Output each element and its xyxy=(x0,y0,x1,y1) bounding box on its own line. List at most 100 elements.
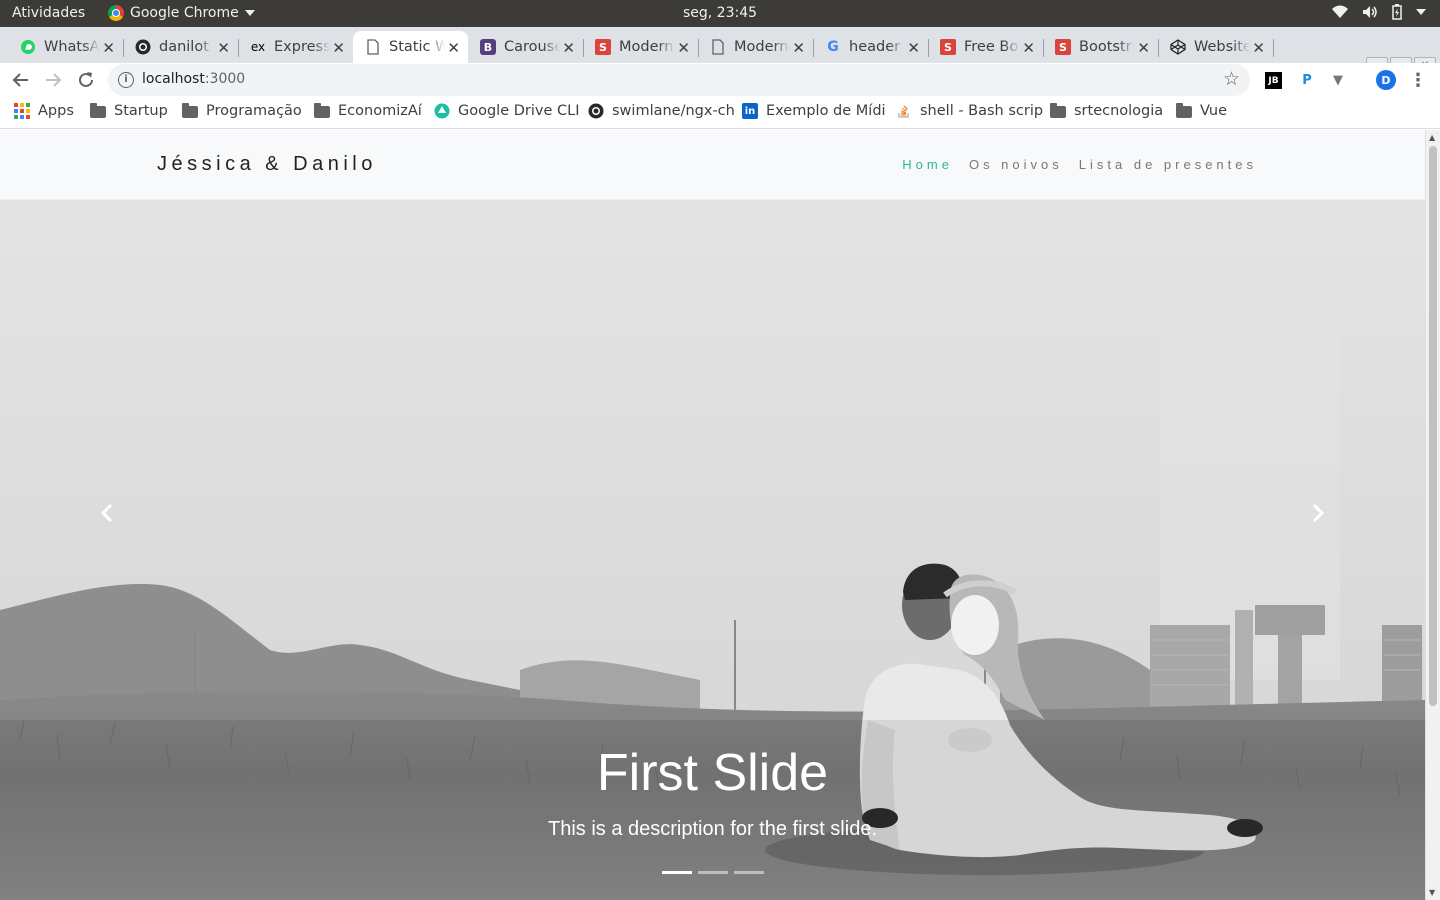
chrome-menu-icon[interactable]: ⋮ xyxy=(1408,70,1428,91)
bookmark-item[interactable]: in Exemplo de Mídi xyxy=(742,103,886,119)
bootstrap-icon: B xyxy=(480,39,496,55)
bookmark-item[interactable]: swimlane/ngx-ch xyxy=(588,103,735,119)
browser-toolbar: i localhost:3000 ☆ JB P ▼ D ⋮ xyxy=(0,63,1440,97)
arrow-left-icon xyxy=(12,73,28,87)
url-text[interactable]: localhost:3000 xyxy=(142,71,245,87)
close-tab-icon[interactable]: ✕ xyxy=(102,39,115,57)
tab-title: WhatsApp xyxy=(44,39,100,55)
activities-button[interactable]: Atividades xyxy=(12,5,85,21)
nav-link[interactable]: Home xyxy=(902,157,953,172)
site-brand[interactable]: Jéssica & Danilo xyxy=(157,153,377,176)
address-bar[interactable]: i localhost:3000 ☆ xyxy=(108,64,1250,96)
tray-menu-icon xyxy=(1416,9,1426,15)
app-menu-arrow-icon xyxy=(244,10,255,16)
page-viewport: Jéssica & Danilo Home Os noivos Lista de p… xyxy=(0,130,1440,900)
browser-tab[interactable]: S Free Bo ✕ xyxy=(928,31,1044,63)
bookmark-item[interactable]: shell - Bash scrip xyxy=(896,103,1043,119)
arrow-right-icon xyxy=(46,73,62,87)
document-icon xyxy=(365,39,381,55)
scroll-down-arrow-icon[interactable]: ▼ xyxy=(1429,888,1435,897)
bookmark-label: EconomizAí xyxy=(338,103,422,119)
bookmark-star-icon[interactable]: ☆ xyxy=(1223,68,1240,90)
bookmark-label: swimlane/ngx-ch xyxy=(612,103,735,119)
bookmark-label: Vue xyxy=(1200,103,1228,119)
carousel-indicators xyxy=(662,871,764,874)
hero-carousel: First Slide This is a description for th… xyxy=(0,200,1425,900)
tab-title: Carousel xyxy=(504,39,560,55)
bookmark-label: srtecnologia xyxy=(1074,103,1164,119)
close-tab-icon[interactable]: ✕ xyxy=(1137,39,1150,57)
bookmark-item[interactable]: srtecnologia xyxy=(1050,103,1163,119)
back-button[interactable] xyxy=(9,68,33,92)
scroll-up-arrow-icon[interactable]: ▲ xyxy=(1429,133,1435,142)
browser-tab[interactable]: Static W ✕ xyxy=(353,31,468,63)
browser-tab[interactable]: S Modern ✕ xyxy=(583,31,699,63)
reload-icon xyxy=(79,72,93,87)
jetbrains-extension-icon[interactable]: JB xyxy=(1265,72,1282,89)
close-tab-icon[interactable]: ✕ xyxy=(217,39,230,57)
browser-tab[interactable]: Website ✕ xyxy=(1158,31,1274,63)
folder-icon xyxy=(182,103,198,119)
app-menu[interactable]: Google Chrome xyxy=(108,5,255,21)
bookmark-item[interactable]: Startup xyxy=(90,103,168,119)
browser-tab[interactable]: WhatsApp✕ xyxy=(8,31,124,63)
battery-icon xyxy=(1392,4,1402,20)
nav-link[interactable]: Os noivos xyxy=(969,157,1063,172)
carousel-indicator[interactable] xyxy=(734,871,764,874)
bookmark-label: shell - Bash scrip xyxy=(920,103,1044,119)
nav-link[interactable]: Lista de presentes xyxy=(1079,157,1257,172)
chevron-right-icon xyxy=(1312,503,1325,523)
express-icon: ex xyxy=(250,40,266,54)
bookmark-item[interactable]: EconomizAí xyxy=(314,103,422,119)
close-tab-icon[interactable]: ✕ xyxy=(792,39,805,57)
close-tab-icon[interactable]: ✕ xyxy=(562,39,575,57)
site-nav-links: Home Os noivos Lista de presentes xyxy=(902,157,1257,172)
drive-icon xyxy=(434,103,450,119)
google-icon: G xyxy=(827,39,839,55)
folder-icon xyxy=(90,103,106,119)
bookmark-item[interactable]: Programação xyxy=(182,103,302,119)
system-tray[interactable] xyxy=(1332,4,1426,20)
url-host: localhost xyxy=(142,71,205,87)
carousel-indicator[interactable] xyxy=(698,871,728,874)
carousel-caption-title: First Slide xyxy=(596,744,829,802)
bookmark-item[interactable]: Vue xyxy=(1176,103,1227,119)
vue-devtools-icon[interactable]: ▼ xyxy=(1328,70,1348,90)
page-scrollbar[interactable]: ▲ ▼ xyxy=(1425,130,1440,900)
bookmark-label: Exemplo de Mídi xyxy=(766,103,886,119)
folder-icon xyxy=(1050,103,1066,119)
profile-avatar[interactable]: D xyxy=(1376,70,1396,90)
apps-icon xyxy=(14,103,30,119)
carousel-prev-button[interactable] xyxy=(87,500,127,530)
close-tab-icon[interactable]: ✕ xyxy=(447,39,460,57)
browser-tab[interactable]: ex Express ✕ xyxy=(238,31,353,63)
bookmark-label: Startup xyxy=(114,103,168,119)
clock[interactable]: seg, 23:45 xyxy=(683,5,757,21)
browser-tab[interactable]: Modern ✕ xyxy=(698,31,814,63)
site-info-icon[interactable]: i xyxy=(118,72,134,88)
bookmark-item[interactable]: Apps xyxy=(14,103,74,119)
tab-title: Website xyxy=(1194,39,1250,55)
browser-tab[interactable]: B Carousel✕ xyxy=(468,31,584,63)
p-extension-icon[interactable]: P xyxy=(1297,70,1317,90)
browser-tab[interactable]: S Bootstr ✕ xyxy=(1043,31,1159,63)
forward-button[interactable] xyxy=(41,68,65,92)
close-tab-icon[interactable]: ✕ xyxy=(907,39,920,57)
scrollbar-thumb[interactable] xyxy=(1429,146,1437,706)
close-tab-icon[interactable]: ✕ xyxy=(677,39,690,57)
close-tab-icon[interactable]: ✕ xyxy=(1252,39,1265,57)
browser-tab[interactable]: Gheader ✕ xyxy=(813,31,929,63)
tab-title: Modern xyxy=(619,39,674,55)
bookmark-item[interactable]: Google Drive CLI xyxy=(434,103,580,119)
tab-title: Modern xyxy=(734,39,789,55)
browser-tab[interactable]: danilot ✕ xyxy=(123,31,239,63)
close-tab-icon[interactable]: ✕ xyxy=(332,39,345,57)
whatsapp-icon xyxy=(20,39,36,55)
carousel-indicator[interactable] xyxy=(662,871,692,874)
close-tab-icon[interactable]: ✕ xyxy=(1022,39,1035,57)
github-icon xyxy=(588,103,604,119)
app-menu-label: Google Chrome xyxy=(130,5,239,21)
reload-button[interactable] xyxy=(74,68,98,92)
carousel-next-button[interactable] xyxy=(1298,500,1338,530)
github-icon xyxy=(135,39,151,55)
